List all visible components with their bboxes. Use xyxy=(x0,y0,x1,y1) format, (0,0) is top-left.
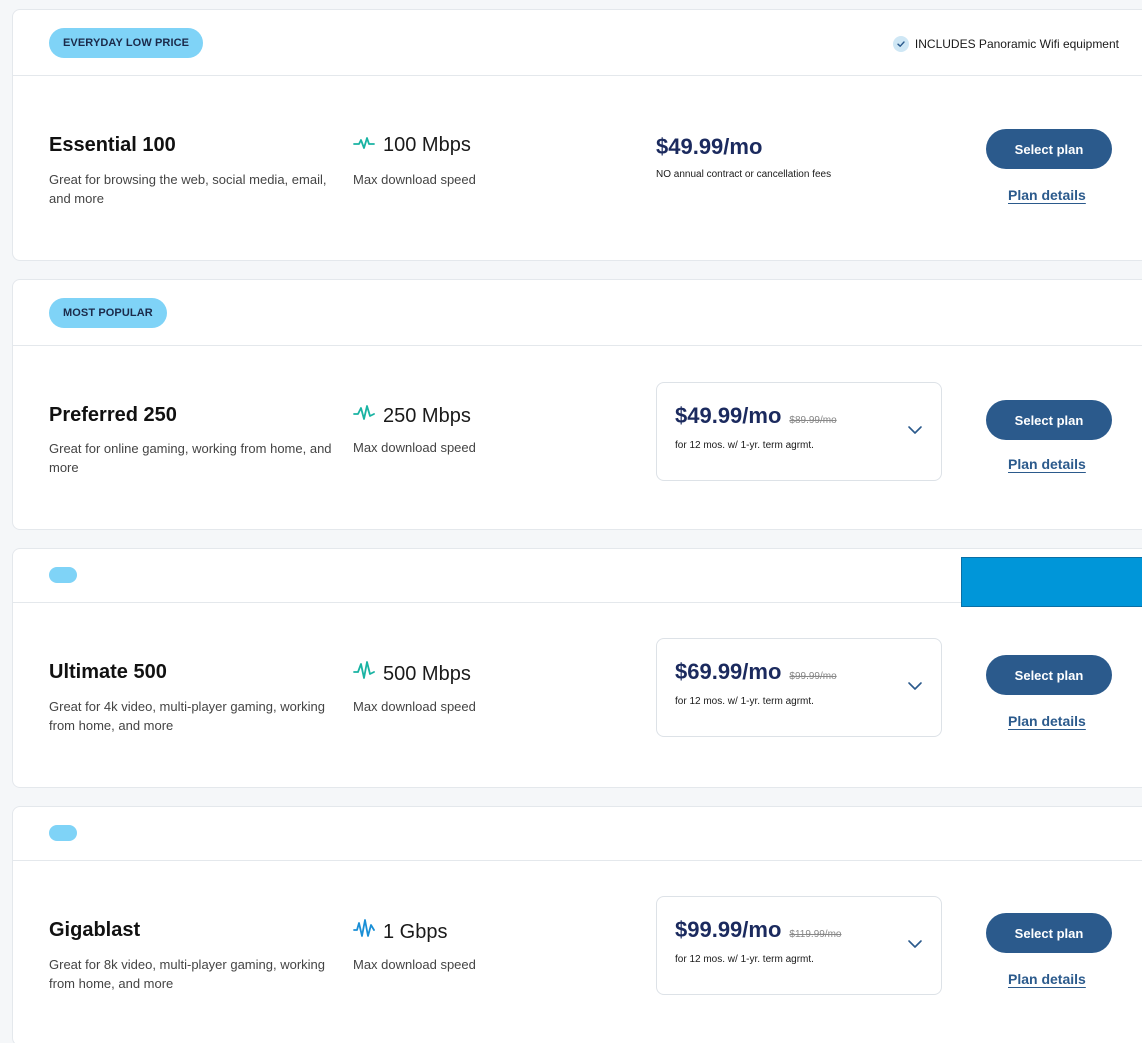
price-line: $99.99/mo $119.99/mo xyxy=(675,917,841,943)
plan-details-link[interactable]: Plan details xyxy=(1008,456,1086,472)
plan-description: Great for browsing the web, social media… xyxy=(49,172,327,206)
plan-speed-value: 500 Mbps xyxy=(383,662,471,685)
plan-name: Preferred 250 xyxy=(49,404,177,426)
plan-speed: 100 Mbps xyxy=(353,134,471,157)
select-plan-button[interactable]: Select plan xyxy=(986,400,1112,440)
chevron-down-icon[interactable] xyxy=(905,423,925,437)
plan-card-header: MOST POPULAR xyxy=(13,280,1142,346)
plan-card-header xyxy=(13,807,1142,861)
pulse-icon xyxy=(353,661,375,687)
plan-badge: MOST POPULAR xyxy=(49,298,167,328)
includes-text: INCLUDES Panoramic Wifi equipment xyxy=(914,37,1119,51)
plan-speed: 1 Gbps xyxy=(353,919,447,945)
pulse-icon xyxy=(353,404,375,428)
select-plan-button[interactable]: Select plan xyxy=(986,129,1112,169)
plan-card-header xyxy=(13,549,1142,607)
pulse-icon xyxy=(353,134,375,157)
check-icon xyxy=(892,36,909,52)
plan-badge xyxy=(49,825,77,841)
plan-description: Great for 8k video, multi-player gaming,… xyxy=(49,957,326,991)
price-term: for 12 mos. w/ 1-yr. term agrmt. xyxy=(675,440,814,451)
price-dropdown[interactable]: $99.99/mo $119.99/mo for 12 mos. w/ 1-yr… xyxy=(656,896,942,995)
chevron-down-icon[interactable] xyxy=(905,679,925,693)
speed-label: Max download speed xyxy=(353,440,476,455)
speed-label: Max download speed xyxy=(353,699,476,714)
plan-speed-value: 1 Gbps xyxy=(383,920,448,943)
plan-badge: EVERYDAY LOW PRICE xyxy=(49,28,204,58)
old-price: $119.99/mo xyxy=(789,929,842,940)
plan-details-link[interactable]: Plan details xyxy=(1008,713,1086,729)
plan-speed: 500 Mbps xyxy=(353,661,471,687)
price-term: for 12 mos. w/ 1-yr. term agrmt. xyxy=(675,696,814,707)
plan-description: Great for 4k video, multi-player gaming,… xyxy=(49,699,326,733)
select-plan-button[interactable]: Select plan xyxy=(986,913,1112,953)
chevron-down-icon[interactable] xyxy=(905,937,925,951)
plan-name: Gigablast xyxy=(49,919,141,941)
plan-details-link[interactable]: Plan details xyxy=(1008,971,1086,987)
plan-name: Ultimate 500 xyxy=(49,661,167,683)
plan-card-ultimate-500: Ultimate 500 Great for 4k video, multi-p… xyxy=(12,548,1142,788)
plan-price: $49.99/mo xyxy=(675,403,782,428)
plan-card-essential-100: EVERYDAY LOW PRICE INCLUDES Panoramic Wi… xyxy=(12,9,1142,261)
price-dropdown[interactable]: $69.99/mo $99.99/mo for 12 mos. w/ 1-yr.… xyxy=(656,638,942,737)
plan-price: $99.99/mo xyxy=(675,917,782,942)
plan-card-header: EVERYDAY LOW PRICE INCLUDES Panoramic Wi… xyxy=(13,10,1142,76)
plan-price: $69.99/mo xyxy=(675,659,782,684)
plan-description: Great for online gaming, working from ho… xyxy=(49,441,332,475)
plan-details-link[interactable]: Plan details xyxy=(1008,187,1086,203)
plan-price: $49.99/mo xyxy=(656,134,763,159)
plan-speed: 250 Mbps xyxy=(353,404,471,428)
plan-name: Essential 100 xyxy=(49,134,176,156)
plan-card-preferred-250: MOST POPULAR Preferred 250 Great for onl… xyxy=(12,279,1142,530)
speed-label: Max download speed xyxy=(353,172,476,187)
old-price: $89.99/mo xyxy=(789,415,837,426)
select-plan-button[interactable]: Select plan xyxy=(986,655,1112,695)
price-term: for 12 mos. w/ 1-yr. term agrmt. xyxy=(675,954,814,965)
includes-equipment-note: INCLUDES Panoramic Wifi equipment xyxy=(892,36,1119,52)
speed-label: Max download speed xyxy=(353,957,476,972)
price-line: $69.99/mo $99.99/mo xyxy=(675,659,837,685)
plan-card-gigablast: Gigablast Great for 8k video, multi-play… xyxy=(12,806,1142,1043)
plan-badge xyxy=(49,567,77,583)
overlay-block xyxy=(961,557,1142,607)
price-note: NO annual contract or cancellation fees xyxy=(656,169,832,180)
plan-speed-value: 100 Mbps xyxy=(383,134,471,156)
price-line: $49.99/mo $89.99/mo xyxy=(675,403,837,429)
old-price: $99.99/mo xyxy=(789,671,837,682)
plan-speed-value: 250 Mbps xyxy=(383,404,471,427)
price-dropdown[interactable]: $49.99/mo $89.99/mo for 12 mos. w/ 1-yr.… xyxy=(656,382,942,481)
pulse-icon xyxy=(353,919,375,945)
